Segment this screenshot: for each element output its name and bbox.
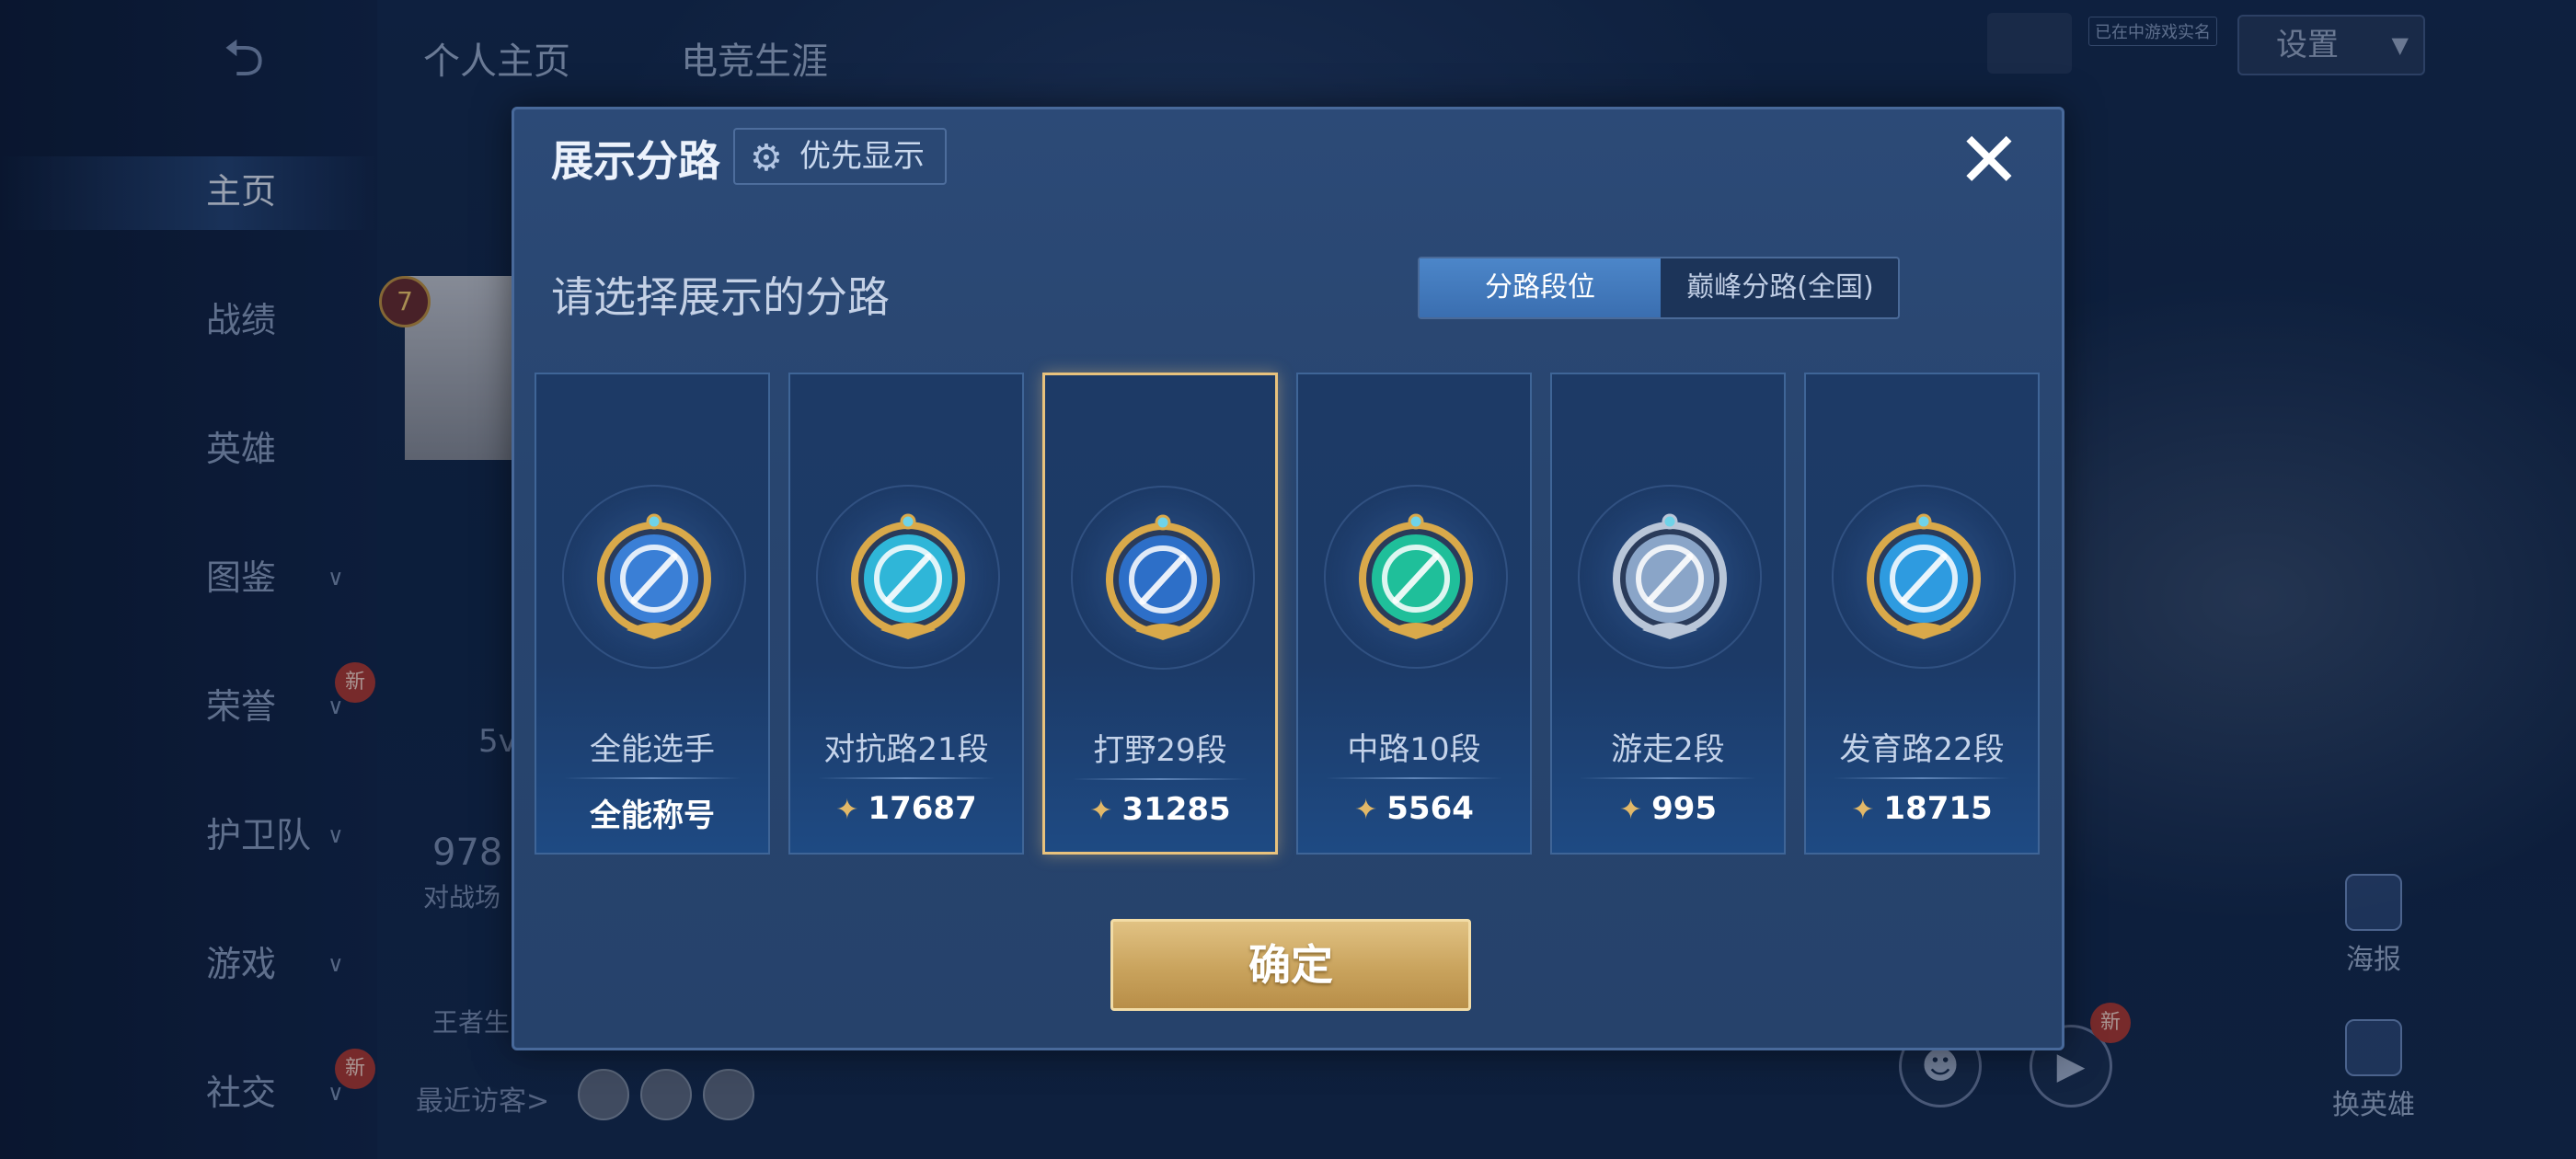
toggle-peak-lane[interactable]: 巅峰分路(全国): [1662, 258, 1898, 317]
points-icon: ✦: [1851, 794, 1875, 826]
lane-score-value: 18715: [1883, 790, 1993, 827]
lane-score: 全能称号: [536, 790, 768, 835]
lane-divider: [1326, 777, 1502, 779]
priority-display-button[interactable]: ⚙ 优先显示: [733, 128, 947, 185]
lane-name: 全能选手: [590, 731, 715, 768]
lane-divider: [1834, 777, 2010, 779]
dialog-title: 展示分路: [551, 136, 720, 186]
lane-score-value: 全能称号: [590, 798, 715, 834]
lane-divider: [818, 777, 995, 779]
jungle-emblem-icon: [1106, 514, 1220, 640]
lane-display-dialog: 展示分路 ⚙ 优先显示 ✕ 请选择展示的分路 分路段位 巅峰分路(全国) 全能选…: [512, 107, 2064, 1050]
lane-score-value: 5564: [1386, 790, 1474, 827]
toggle-lane-rank[interactable]: 分路段位: [1420, 258, 1661, 317]
lane-name: 对抗路21段: [823, 731, 989, 768]
lane-card[interactable]: 中路10段 ✦ 5564: [1296, 373, 1532, 855]
lane-score-value: 17687: [868, 790, 977, 827]
lane-name: 打野29段: [1093, 732, 1227, 769]
lane-name: 中路10段: [1347, 731, 1481, 768]
lane-card[interactable]: 打野29段 ✦ 31285: [1042, 373, 1278, 855]
lane-score: ✦ 995: [1552, 790, 1784, 827]
lane-divider: [564, 777, 741, 779]
lane-score: ✦ 17687: [790, 790, 1022, 827]
lane-card[interactable]: 发育路22段 ✦ 18715: [1804, 373, 2040, 855]
all-round-emblem-icon: [597, 513, 711, 639]
lane-divider: [1580, 777, 1756, 779]
section-title: 请选择展示的分路: [551, 272, 890, 322]
lane-score: ✦ 5564: [1298, 790, 1530, 827]
lane-card[interactable]: 全能选手 全能称号: [535, 373, 770, 855]
roam-emblem-icon: [1613, 513, 1727, 639]
points-icon: ✦: [1618, 794, 1643, 826]
lane-name: 发育路22段: [1839, 731, 2005, 768]
priority-display-label: 优先显示: [799, 138, 925, 175]
mid-lane-emblem-icon: [1359, 513, 1473, 639]
close-icon[interactable]: ✕: [1953, 121, 2025, 199]
lane-name: 游走2段: [1611, 731, 1725, 768]
lane-divider: [1073, 778, 1248, 780]
confirm-button[interactable]: 确定: [1110, 919, 1471, 1011]
points-icon: ✦: [1089, 795, 1113, 827]
points-icon: ✦: [835, 794, 859, 826]
rank-type-toggle: 分路段位 巅峰分路(全国): [1418, 257, 1900, 319]
farm-lane-emblem-icon: [1867, 513, 1981, 639]
lane-card[interactable]: 对抗路21段 ✦ 17687: [788, 373, 1024, 855]
gear-icon: ⚙: [750, 137, 783, 179]
points-icon: ✦: [1354, 794, 1378, 826]
lane-score: ✦ 31285: [1045, 791, 1275, 828]
lane-score-value: 995: [1651, 790, 1718, 827]
lane-score-value: 31285: [1121, 791, 1231, 828]
clash-lane-emblem-icon: [851, 513, 965, 639]
lane-card[interactable]: 游走2段 ✦ 995: [1550, 373, 1786, 855]
lane-score: ✦ 18715: [1806, 790, 2038, 827]
